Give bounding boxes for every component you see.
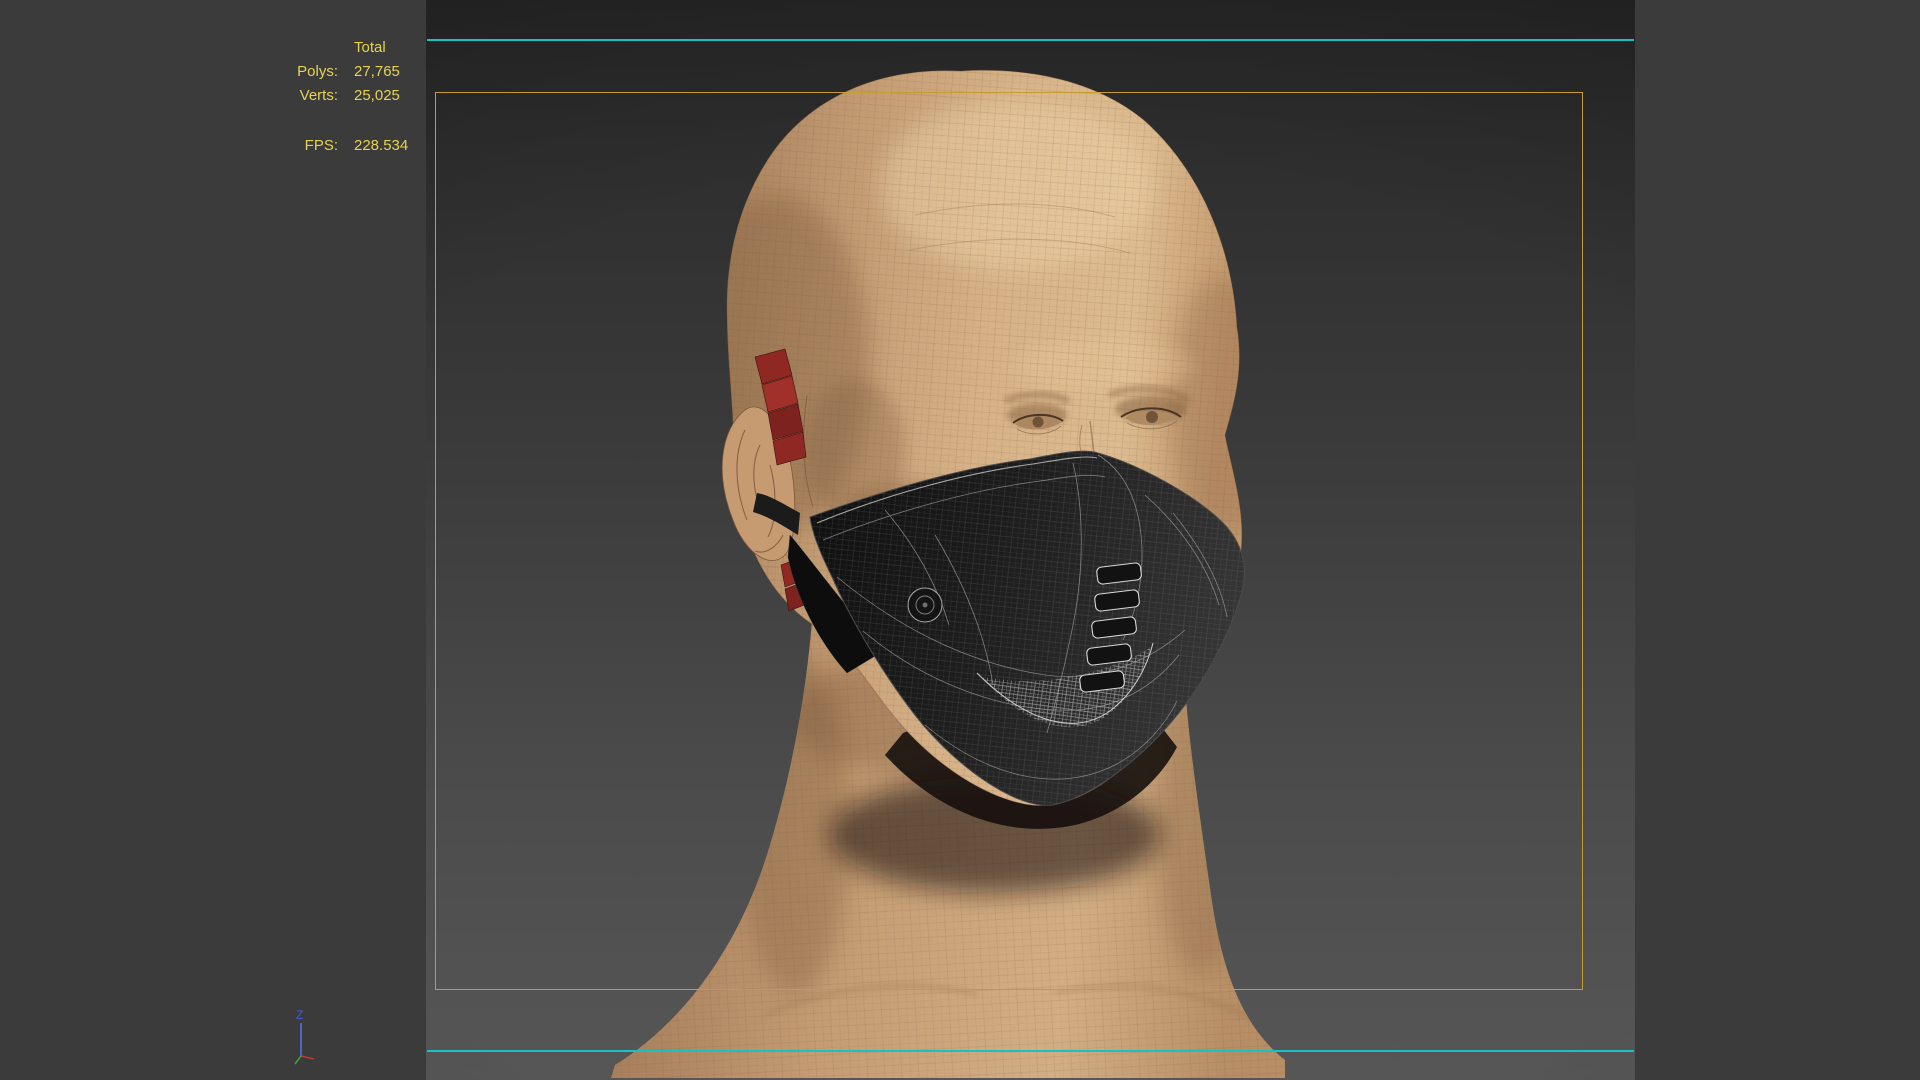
stats-total-label: Total [354,39,386,56]
stats-verts-row: Verts: 25,025 [288,84,408,108]
action-safe-frame-bottom [427,1050,1634,1052]
viewport-statistics: Total Polys: 27,765 Verts: 25,025 FPS: 228.… [288,36,408,158]
world-axis-gizmo: Z [294,1008,315,1065]
x-axis-line-icon [300,1055,315,1060]
stats-verts-label: Verts: [299,87,338,104]
stats-fps-label: FPS: [304,137,338,154]
y-axis-line-icon [294,1055,302,1065]
z-axis-icon: Z [296,1008,303,1022]
stats-polys-value: 27,765 [354,63,400,80]
action-safe-frame-top [427,39,1634,41]
stats-polys-label: Polys: [297,63,338,80]
stats-fps-row: FPS: 228.534 [288,134,409,158]
mask-round-vent [907,587,943,623]
stats-fps-value: 228.534 [354,137,409,154]
viewport-page: { "viewport": { "statistics": { "total_l… [0,0,1920,1080]
stats-polys-row: Polys: 27,765 [288,60,408,84]
stats-verts-value: 25,025 [354,87,400,104]
stats-total-row: Total [288,36,408,60]
model-3d-head[interactable] [585,65,1300,1080]
